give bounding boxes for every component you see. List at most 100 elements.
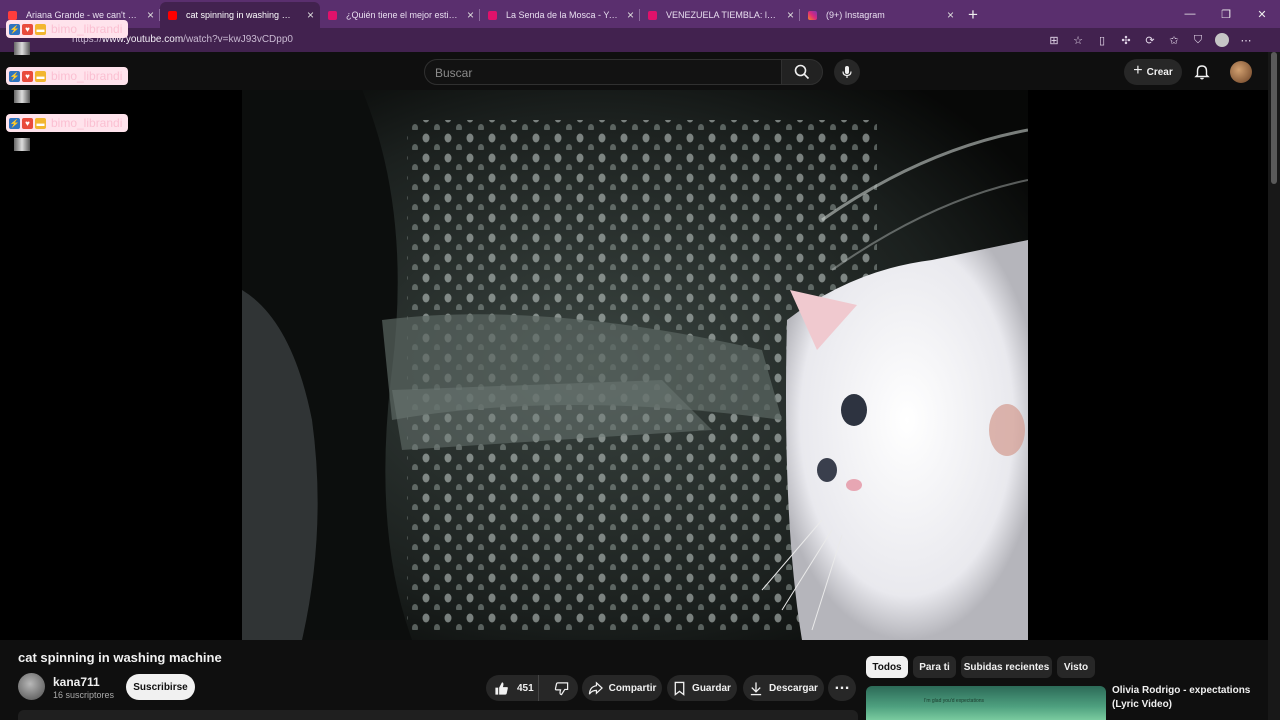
badge-icon: ⚡ — [9, 70, 20, 82]
favorites-icon[interactable]: ✩ — [1166, 32, 1182, 48]
chip-todos[interactable]: Todos — [866, 656, 908, 678]
create-label: Crear — [1146, 66, 1173, 78]
badge-icon: ♥ — [22, 23, 33, 35]
address-bar[interactable]: https://www.youtube.com/watch?v=kwJ93vCD… — [0, 28, 1280, 52]
recommended-video-title[interactable]: Olivia Rodrigo - expectations (Lyric Vid… — [1112, 684, 1262, 712]
badge-icon: ⚡ — [9, 117, 20, 129]
thumbs-up-icon — [495, 681, 508, 695]
overlay-thumbnail — [14, 42, 30, 55]
search-input[interactable]: Buscar — [424, 59, 782, 85]
chip-para-ti[interactable]: Para ti — [913, 656, 956, 678]
chat-username: bimo_librandi — [51, 116, 123, 130]
share-label: Compartir — [608, 682, 657, 694]
page-scrollbar[interactable] — [1268, 52, 1280, 720]
video-title: cat spinning in washing machine — [18, 650, 222, 665]
tab-title: cat spinning in washing machine — [186, 10, 298, 20]
subscribe-button[interactable]: Suscribirse — [126, 674, 195, 700]
badge-icon: ▬ — [35, 23, 46, 35]
chip-visto[interactable]: Visto — [1057, 656, 1095, 678]
chat-overlay-badge: ⚡ ♥ ▬ bimo_librandi — [6, 67, 129, 85]
like-count: 451 — [517, 682, 534, 694]
browser-essentials-icon[interactable]: ⛉ — [1190, 32, 1206, 48]
chip-subidas-recientes[interactable]: Subidas recientes — [961, 656, 1052, 678]
tab-title: ¿Quién tiene el mejor estilo? Lit Kil — [346, 10, 458, 20]
user-avatar[interactable] — [1230, 61, 1252, 83]
overlay-thumbnail — [14, 90, 30, 103]
profile-icon[interactable] — [1214, 32, 1230, 48]
youtube-header: Buscar + Crear — [0, 52, 1280, 90]
tab-mejor-estilo[interactable]: ¿Quién tiene el mejor estilo? Lit Kil × — [320, 2, 480, 28]
instagram-icon — [808, 11, 817, 20]
badge-icon: ♥ — [22, 70, 33, 82]
save-label: Guardar — [692, 682, 731, 694]
close-icon[interactable]: × — [147, 8, 154, 22]
create-button[interactable]: + Crear — [1124, 59, 1182, 85]
share-button[interactable]: Compartir — [582, 675, 662, 701]
tab-title: La Senda de la Mosca - YouTube — [506, 10, 618, 20]
tab-title: (9+) Instagram — [826, 10, 885, 20]
plus-icon: + — [1133, 62, 1143, 79]
badge-icon: ▬ — [35, 117, 46, 129]
chat-username: bimo_librandi — [51, 69, 123, 83]
youtube-icon — [648, 11, 657, 20]
microphone-icon — [842, 66, 852, 78]
close-icon[interactable]: × — [787, 8, 794, 22]
extensions-icon[interactable]: ✣ — [1118, 32, 1134, 48]
voice-search-button[interactable] — [834, 59, 860, 85]
tab-title: Ariana Grande - we can't be fr — [26, 10, 138, 20]
like-button[interactable]: 451 — [486, 675, 539, 701]
favorite-star-icon[interactable]: ☆ — [1070, 32, 1086, 48]
minimize-button[interactable]: — — [1172, 0, 1208, 28]
search-icon — [794, 64, 810, 80]
address-bar-icons: ⊞ ☆ ▯ ✣ ⟳ ✩ ⛉ ⋯ — [1046, 32, 1254, 48]
close-icon[interactable]: × — [947, 8, 954, 22]
notifications-button[interactable] — [1190, 60, 1214, 84]
restore-button[interactable]: ❐ — [1208, 0, 1244, 28]
search-button[interactable] — [781, 59, 823, 85]
tab-instagram[interactable]: (9+) Instagram × — [800, 2, 960, 28]
more-actions-button[interactable]: … — [828, 675, 856, 701]
split-screen-icon[interactable]: ▯ — [1094, 32, 1110, 48]
window-controls: — ❐ ✕ — [1172, 0, 1280, 28]
recommended-video-thumbnail[interactable]: I'm glad you'd expectations — [866, 686, 1106, 720]
washing-machine-drum-image — [242, 90, 1028, 640]
video-frame[interactable] — [242, 90, 1028, 640]
bookmark-icon — [674, 681, 685, 696]
chat-username: bimo_librandi — [51, 22, 123, 36]
youtube-icon — [488, 11, 497, 20]
video-player[interactable] — [0, 90, 1268, 640]
dislike-button[interactable] — [545, 675, 578, 701]
tab-cat-spinning[interactable]: cat spinning in washing machine × — [160, 2, 320, 28]
badge-icon: ▬ — [35, 70, 46, 82]
app-available-icon[interactable]: ⊞ — [1046, 32, 1062, 48]
download-button[interactable]: Descargar — [743, 675, 824, 701]
save-button[interactable]: Guardar — [667, 675, 737, 701]
chat-overlay-badge: ⚡ ♥ ▬ bimo_librandi — [6, 114, 129, 132]
channel-name[interactable]: kana711 — [53, 675, 100, 689]
close-icon[interactable]: × — [467, 8, 474, 22]
overlay-thumbnail — [14, 138, 30, 151]
badge-icon: ⚡ — [9, 23, 20, 35]
subscriber-count: 16 suscriptores — [53, 690, 115, 700]
more-options-icon[interactable]: ⋯ — [1238, 32, 1254, 48]
more-horizontal-icon: … — [834, 676, 850, 693]
new-tab-button[interactable]: + — [960, 2, 986, 28]
close-icon[interactable]: × — [627, 8, 634, 22]
scrollbar-thumb[interactable] — [1271, 52, 1277, 184]
tab-senda-mosca[interactable]: La Senda de la Mosca - YouTube × — [480, 2, 640, 28]
close-window-button[interactable]: ✕ — [1244, 0, 1280, 28]
thumbnail-text: I'm glad you'd expectations — [924, 698, 984, 704]
thumbs-down-icon — [554, 681, 568, 695]
tab-title: VENEZUELA TIEMBLA: los héroes — [666, 10, 778, 20]
channel-avatar[interactable] — [18, 673, 45, 700]
url-path: /watch?v=kwJ93vCDpp0 — [183, 34, 293, 45]
youtube-icon — [8, 11, 17, 20]
like-dislike-group: 451 — [486, 675, 578, 701]
close-icon[interactable]: × — [307, 8, 314, 22]
download-label: Descargar — [769, 682, 818, 694]
tab-venezuela[interactable]: VENEZUELA TIEMBLA: los héroes × — [640, 2, 800, 28]
comments-section-edge — [18, 710, 858, 720]
badge-icon: ♥ — [22, 117, 33, 129]
sidebar-icon[interactable]: ⟳ — [1142, 32, 1158, 48]
download-icon — [750, 681, 762, 695]
